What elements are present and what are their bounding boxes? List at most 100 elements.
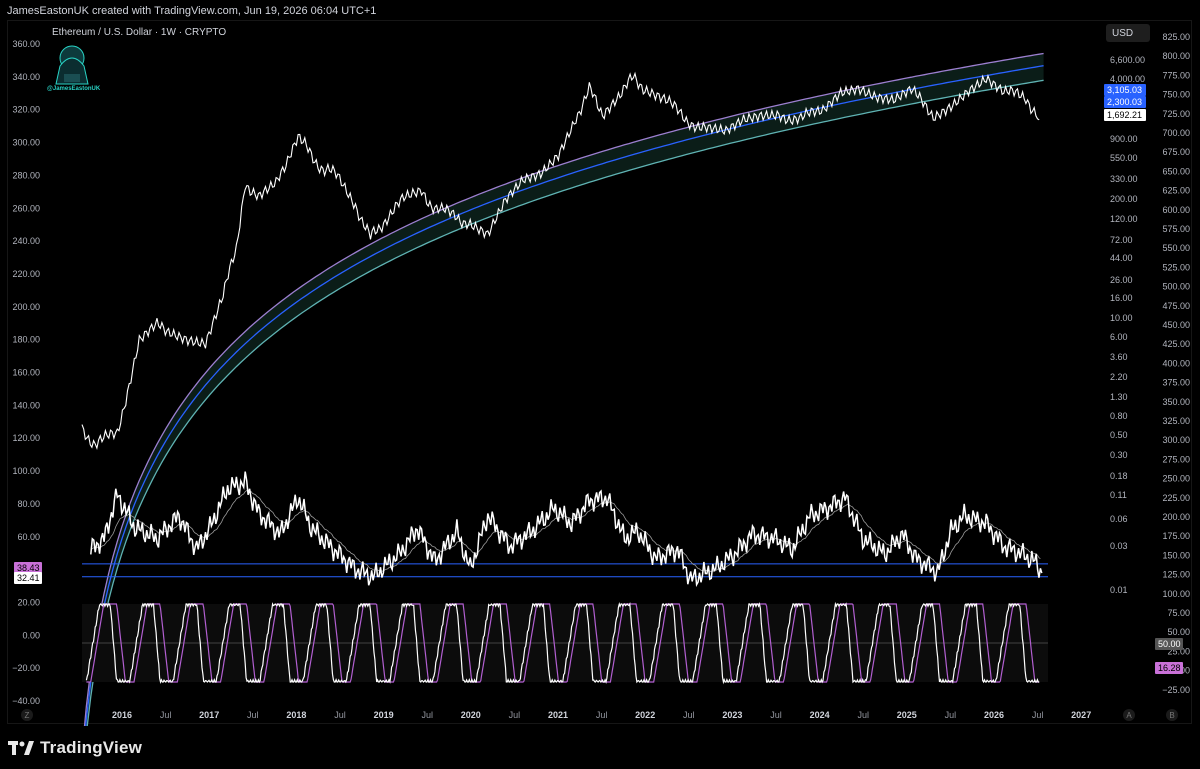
stoch-value-label: 16.28 xyxy=(1158,663,1181,673)
x-axis-tick: Jul xyxy=(857,710,869,720)
outer-axis-tick: 600.00 xyxy=(1162,205,1190,215)
x-axis-tick: 2016 xyxy=(112,710,132,720)
right-axis-tick: 0.06 xyxy=(1110,514,1128,524)
left-axis-tick: 340.00 xyxy=(12,72,40,82)
x-axis-tick: Jul xyxy=(945,710,957,720)
x-axis-tick: Jul xyxy=(683,710,695,720)
outer-axis-tick: 650.00 xyxy=(1162,166,1190,176)
x-axis-tick: 2027 xyxy=(1071,710,1091,720)
x-axis-tick: Jul xyxy=(509,710,521,720)
outer-axis-tick: 675.00 xyxy=(1162,147,1190,157)
chart-canvas[interactable]: 360.00 340.00 320.00 300.00 280.00 260.00 240.… xyxy=(0,0,1200,726)
outer-axis-tick: 475.00 xyxy=(1162,301,1190,311)
x-axis-tick: 2025 xyxy=(897,710,917,720)
tradingview-logo[interactable]: TradingView xyxy=(8,738,142,758)
outer-axis-tick: 375.00 xyxy=(1162,378,1190,388)
mascot-label: @JamesEastonUK xyxy=(47,86,101,92)
outer-axis-tick: 500.00 xyxy=(1162,282,1190,292)
outer-axis-tick: −25.00 xyxy=(1162,685,1190,695)
auto-scale-button[interactable]: A xyxy=(1123,709,1135,721)
outer-axis-tick: 300.00 xyxy=(1162,435,1190,445)
right-axis-tick: 120.00 xyxy=(1110,214,1138,224)
x-axis-tick: Jul xyxy=(160,710,172,720)
outer-axis-tick: 825.00 xyxy=(1162,32,1190,42)
left-axis-tick: 80.00 xyxy=(17,499,40,509)
rsi-ma-label: 32.41 xyxy=(17,573,40,583)
outer-axis-tick: 200.00 xyxy=(1162,512,1190,522)
right-axis-tick: 550.00 xyxy=(1110,153,1138,163)
outer-axis-tick: 175.00 xyxy=(1162,531,1190,541)
footer xyxy=(0,726,1200,769)
x-axis-tick: 2019 xyxy=(374,710,394,720)
x-axis-tick: Jul xyxy=(770,710,782,720)
outer-axis-tick: 50.00 xyxy=(1167,627,1190,637)
right-axis-tick: 1.30 xyxy=(1110,392,1128,402)
left-axis-tick: 140.00 xyxy=(12,400,40,410)
left-axis-tick: 120.00 xyxy=(12,433,40,443)
outer-axis-tick: 400.00 xyxy=(1162,358,1190,368)
right-axis-tick: 26.00 xyxy=(1110,275,1133,285)
left-axis-tick: 200.00 xyxy=(12,302,40,312)
outer-axis-tick: 450.00 xyxy=(1162,320,1190,330)
zoom-button[interactable]: Z xyxy=(21,709,33,721)
left-axis-tick: 100.00 xyxy=(12,466,40,476)
left-axis-tick: 180.00 xyxy=(12,335,40,345)
rsi-ma-line xyxy=(90,490,1041,573)
right-axis-tick: 4,000.00 xyxy=(1110,74,1145,84)
right-axis-tick: 10.00 xyxy=(1110,313,1133,323)
left-axis-tick: 320.00 xyxy=(12,105,40,115)
right-axis-tick: 2.20 xyxy=(1110,372,1128,382)
outer-axis-tick: 575.00 xyxy=(1162,224,1190,234)
right-axis-tick: 0.50 xyxy=(1110,430,1128,440)
x-axis-tick: Jul xyxy=(596,710,608,720)
right-axis-tick: 44.00 xyxy=(1110,253,1133,263)
rsi-panel xyxy=(82,471,1048,588)
outer-axis-tick: 275.00 xyxy=(1162,454,1190,464)
right-axis-tick: 900.00 xyxy=(1110,134,1138,144)
price-line xyxy=(81,71,1040,451)
outer-axis-tick: 775.00 xyxy=(1162,70,1190,80)
right-axis-tick: 6.00 xyxy=(1110,332,1128,342)
outer-axis-tick: 125.00 xyxy=(1162,570,1190,580)
x-axis-tick: 2024 xyxy=(810,710,830,720)
outer-axis-tick: 625.00 xyxy=(1162,186,1190,196)
right-axis-tick: 0.30 xyxy=(1110,450,1128,460)
left-axis-tick: 360.00 xyxy=(12,39,40,49)
stoch-mid-label: 50.00 xyxy=(1158,639,1181,649)
outer-axis-tick: 525.00 xyxy=(1162,262,1190,272)
tradingview-logo-icon xyxy=(8,741,34,755)
x-axis-tick: 2023 xyxy=(722,710,742,720)
log-scale-button[interactable]: B xyxy=(1166,709,1178,721)
outer-axis-tick: 800.00 xyxy=(1162,51,1190,61)
right-axis-tick: 0.11 xyxy=(1110,490,1127,500)
x-axis-tick: 2021 xyxy=(548,710,568,720)
right-axis-tick: 0.01 xyxy=(1110,585,1128,595)
left-axis-tick: 0.00 xyxy=(22,630,40,640)
currency-button[interactable]: USD xyxy=(1106,24,1150,42)
right-axis-tick: 0.18 xyxy=(1110,471,1128,481)
left-axis-tick: 160.00 xyxy=(12,368,40,378)
outer-axis-tick: 100.00 xyxy=(1162,589,1190,599)
outer-axis-tick: 700.00 xyxy=(1162,128,1190,138)
right-axis-tick: 72.00 xyxy=(1110,235,1133,245)
x-axis-tick: Jul xyxy=(421,710,433,720)
right-axis-tick: 200.00 xyxy=(1110,194,1138,204)
tradingview-logo-text: TradingView xyxy=(40,738,143,757)
stoch-rsi-panel xyxy=(82,601,1048,685)
left-axis-tick: 240.00 xyxy=(12,236,40,246)
left-axis-tick: 280.00 xyxy=(12,170,40,180)
outer-axis-tick: 325.00 xyxy=(1162,416,1190,426)
outer-axis-tick: 550.00 xyxy=(1162,243,1190,253)
left-axis-tick: 260.00 xyxy=(12,203,40,213)
left-axis-tick: 300.00 xyxy=(12,138,40,148)
last-price-label: 1,692.21 xyxy=(1107,110,1142,120)
outer-axis-tick: 150.00 xyxy=(1162,550,1190,560)
band-upper-label: 3,105.03 xyxy=(1107,85,1142,95)
right-axis-tick: 330.00 xyxy=(1110,174,1138,184)
rsi-value-label: 38.43 xyxy=(17,563,40,573)
outer-axis-tick: 225.00 xyxy=(1162,493,1190,503)
right-axis-tick: 3.60 xyxy=(1110,352,1128,362)
left-axis-tick: −40.00 xyxy=(12,696,40,706)
x-axis-tick: 2017 xyxy=(199,710,219,720)
right-axis-tick: 0.03 xyxy=(1110,541,1128,551)
